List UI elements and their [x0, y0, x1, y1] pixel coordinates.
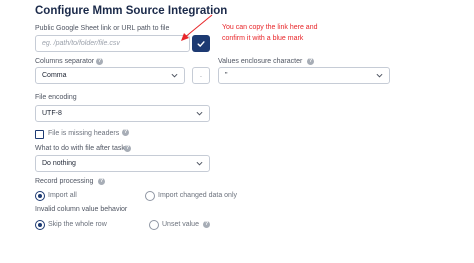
file-encoding-value: UTF-8 [42, 110, 62, 117]
invalid-behavior-label: Invalid column value behavior [35, 206, 128, 213]
radio-import-all[interactable] [35, 191, 45, 201]
enclosure-label: Values enclosure character [218, 58, 303, 65]
after-task-select[interactable]: Do nothing [35, 155, 210, 172]
radio-import-all-label: Import all [48, 192, 77, 199]
custom-separator-input[interactable]: . [192, 67, 210, 84]
file-encoding-select[interactable]: UTF-8 [35, 105, 210, 122]
chevron-down-icon [196, 161, 203, 166]
annotation-arrow-icon [181, 14, 213, 41]
radio-skip-row-label: Skip the whole row [48, 221, 107, 228]
file-encoding-label: File encoding [35, 94, 77, 101]
sheet-link-label: Public Google Sheet link or URL path to … [35, 25, 170, 32]
enclosure-value: " [225, 72, 228, 79]
record-processing-label: Record processing [35, 178, 94, 185]
radio-import-changed[interactable] [145, 191, 155, 201]
help-icon[interactable]: ? [307, 58, 314, 65]
help-icon[interactable]: ? [96, 58, 103, 65]
chevron-down-icon [376, 73, 383, 78]
custom-separator-value: . [200, 72, 202, 79]
after-task-label: What to do with file after task [35, 145, 125, 152]
missing-headers-label: File is missing headers [48, 130, 120, 137]
radio-unset-value[interactable] [149, 220, 159, 230]
chevron-down-icon [196, 111, 203, 116]
help-icon[interactable]: ? [124, 145, 131, 152]
chevron-down-icon [171, 73, 178, 78]
help-icon[interactable]: ? [98, 178, 105, 185]
sheet-link-input[interactable]: eg. /path/to/folder/file.csv [35, 35, 190, 52]
annotation-line-2: confirm it with a blue mark [222, 35, 304, 42]
columns-separator-value: Comma [42, 72, 67, 79]
radio-import-changed-label: Import changed data only [158, 192, 237, 199]
help-icon[interactable]: ? [122, 129, 129, 136]
sheet-link-placeholder: eg. /path/to/folder/file.csv [42, 40, 120, 47]
columns-separator-label: Columns separator [35, 58, 95, 65]
help-icon[interactable]: ? [203, 221, 210, 228]
columns-separator-select[interactable]: Comma [35, 67, 185, 84]
missing-headers-checkbox[interactable] [35, 130, 44, 139]
enclosure-select[interactable]: " [218, 67, 390, 84]
after-task-value: Do nothing [42, 160, 76, 167]
annotation-line-1: You can copy the link here and [222, 24, 318, 31]
radio-unset-value-label: Unset value [162, 221, 199, 228]
radio-skip-row[interactable] [35, 220, 45, 230]
